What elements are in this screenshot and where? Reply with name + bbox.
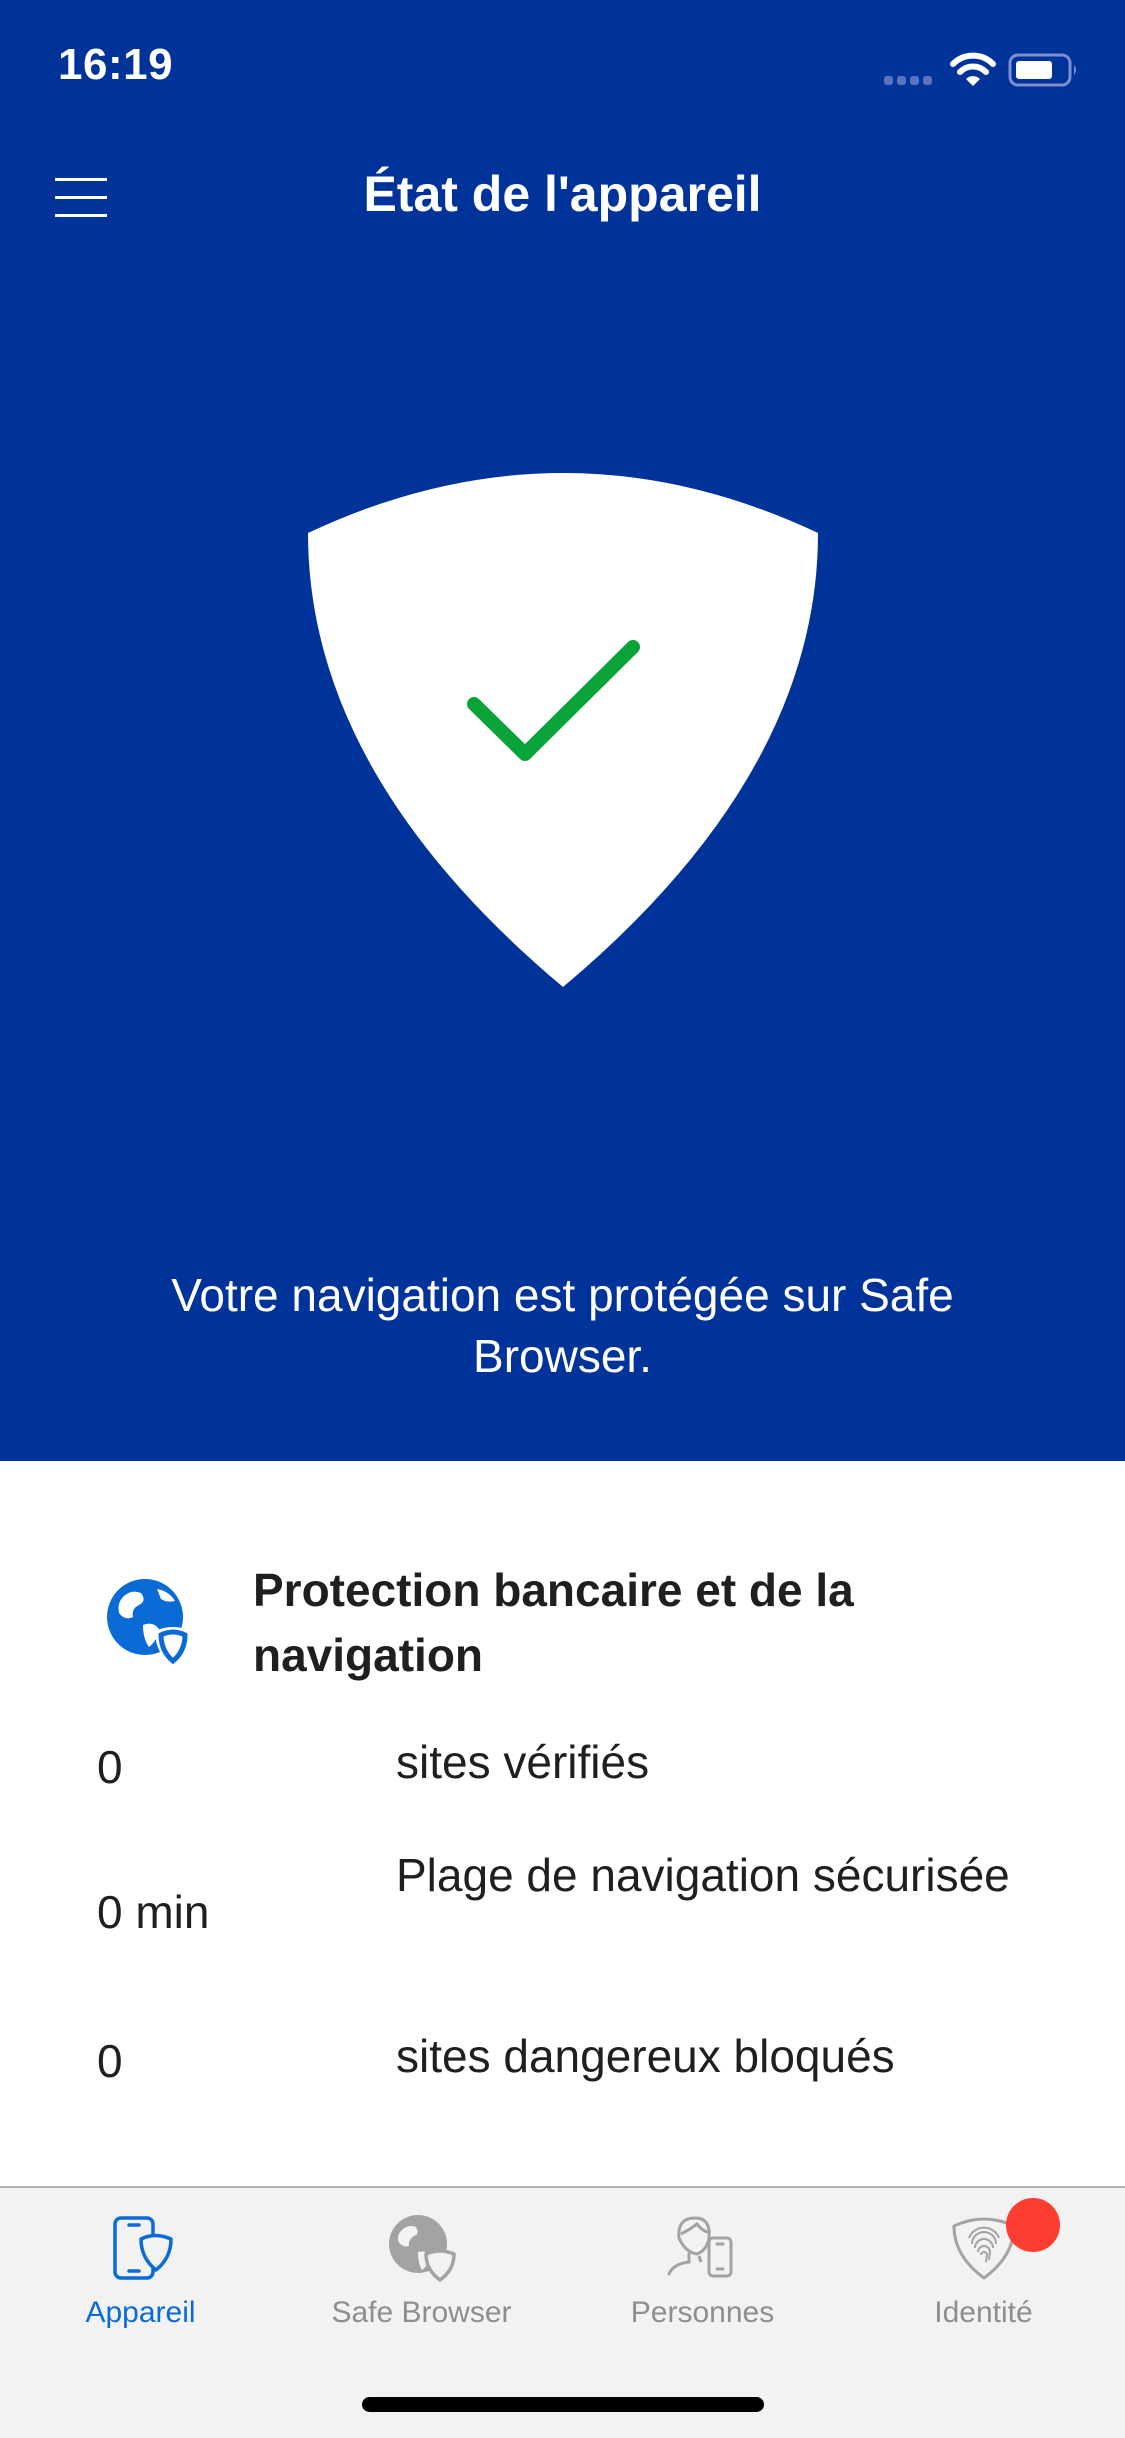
wifi-icon	[950, 52, 996, 86]
tab-appareil[interactable]: Appareil	[0, 2188, 281, 2338]
tab-label: Personnes	[630, 2296, 775, 2329]
stat-label: Plage de navigation sécurisée	[396, 1849, 1010, 1901]
status-time: 16:19	[58, 40, 174, 89]
hero-status-panel: 16:19 État de l'appareil Votre navigatio…	[0, 0, 1125, 1461]
globe-shield-icon	[388, 2215, 456, 2282]
person-phone-icon	[667, 2216, 732, 2278]
stat-label: sites vérifiés	[396, 1736, 650, 1788]
page-title: État de l'appareil	[363, 166, 762, 222]
stat-label: sites dangereux bloqués	[396, 2030, 895, 2082]
tab-identite[interactable]: Identité	[843, 2188, 1124, 2338]
status-icons	[880, 50, 1080, 90]
battery-icon	[1008, 53, 1076, 87]
globe-shield-icon	[107, 1579, 191, 1667]
shield-check-icon	[308, 473, 818, 987]
phone-shield-icon	[112, 2216, 173, 2280]
stat-value: 0	[97, 1741, 123, 1793]
protection-status-message: Votre navigation est protégée sur Safe B…	[171, 1269, 954, 1382]
notification-badge	[1006, 2198, 1060, 2252]
stat-value: 0	[97, 2035, 123, 2087]
tab-label: Identité	[934, 2296, 1033, 2329]
tab-label: Safe Browser	[331, 2296, 512, 2329]
home-indicator[interactable]	[362, 2397, 764, 2412]
card-title: Protection bancaire et de la navigation	[253, 1564, 854, 1681]
stat-value: 0 min	[97, 1886, 210, 1938]
tab-label: Appareil	[85, 2296, 196, 2329]
tab-personnes[interactable]: Personnes	[562, 2188, 843, 2338]
tab-safe-browser[interactable]: Safe Browser	[281, 2188, 562, 2338]
